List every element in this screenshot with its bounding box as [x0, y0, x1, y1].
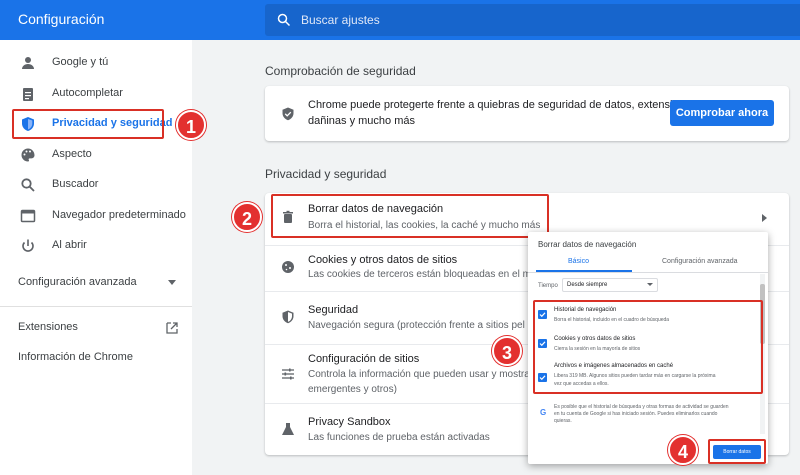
sidebar-item-label: Buscador	[52, 178, 99, 190]
row-subtitle: Las funciones de prueba están activadas	[308, 432, 490, 443]
caret-down-icon	[647, 283, 653, 286]
search-icon	[277, 13, 291, 27]
search-box[interactable]	[265, 4, 800, 36]
tab-basic[interactable]: Básico	[568, 258, 589, 265]
annotation-badge-2: 2	[232, 202, 262, 232]
palette-icon	[21, 148, 35, 162]
check-now-button[interactable]: Comprobar ahora	[670, 100, 774, 126]
open-in-new-icon	[166, 322, 178, 334]
chevron-right-icon	[762, 214, 767, 222]
sidebar-item-label: Al abrir	[52, 239, 87, 251]
google-icon: G	[540, 408, 547, 417]
safety-check-text-2: dañinas y mucho más	[308, 115, 415, 127]
sliders-icon	[282, 368, 294, 380]
sidebar-item-appearance[interactable]: Aspecto	[0, 140, 192, 170]
row-subtitle-2: emergentes y otros)	[308, 384, 397, 395]
search-input[interactable]	[301, 4, 781, 36]
row-title: Privacy Sandbox	[308, 416, 391, 428]
dialog-note: Es posible que el historial de búsqueda …	[554, 404, 729, 424]
privacy-section-title: Privacidad y seguridad	[265, 167, 387, 181]
annotation-badge-4: 4	[668, 435, 698, 465]
power-icon	[22, 239, 34, 252]
time-range-select[interactable]: Desde siempre	[562, 278, 658, 292]
sidebar-item-label: Extensiones	[18, 321, 78, 333]
sidebar-item-extensions[interactable]: Extensiones	[0, 313, 192, 343]
safety-check-title: Comprobación de seguridad	[265, 64, 416, 78]
sidebar-item-about[interactable]: Información de Chrome	[0, 343, 192, 373]
sidebar: Google y tú Autocompletar Privacidad y s…	[0, 40, 192, 475]
sidebar-advanced-label: Configuración avanzada	[18, 276, 137, 288]
sidebar-item-label: Información de Chrome	[18, 351, 133, 363]
row-title: Configuración de sitios	[308, 353, 420, 365]
row-title: Seguridad	[308, 304, 359, 316]
row-title: Cookies y otros datos de sitios	[308, 254, 458, 266]
app-title: Configuración	[18, 11, 105, 27]
dialog-title: Borrar datos de navegación	[538, 240, 637, 249]
annotation-badge-1: 1	[176, 110, 206, 140]
sidebar-advanced-toggle[interactable]: Configuración avanzada	[0, 268, 192, 298]
security-shield-icon	[282, 310, 294, 324]
clipboard-icon	[23, 88, 33, 101]
safety-check-text: Chrome puede protegerte frente a quiebra…	[308, 99, 697, 111]
browser-window-icon	[20, 209, 36, 223]
cookie-icon	[282, 261, 294, 273]
row-subtitle: Controla la información que pueden usar …	[308, 369, 530, 380]
annotation-badge-3: 3	[492, 336, 522, 366]
tab-advanced[interactable]: Configuración avanzada	[662, 258, 738, 265]
row-subtitle: Las cookies de terceros están bloqueadas…	[308, 269, 531, 280]
sidebar-item-on-startup[interactable]: Al abrir	[0, 231, 192, 261]
sidebar-item-label: Google y tú	[52, 56, 109, 68]
highlight-clear-button	[708, 439, 766, 464]
sidebar-divider	[0, 306, 192, 307]
shield-check-icon	[282, 107, 294, 121]
caret-down-icon	[168, 280, 176, 285]
row-subtitle: Navegación segura (protección frente a s…	[308, 320, 525, 331]
tab-divider	[528, 272, 768, 273]
sidebar-item-label: Autocompletar	[52, 87, 123, 99]
highlight-clear-data	[271, 194, 549, 238]
time-range-label: Tiempo	[538, 283, 558, 289]
sidebar-item-label: Navegador predeterminado	[52, 209, 186, 221]
safety-check-card: Chrome puede protegerte frente a quiebra…	[265, 86, 789, 141]
highlight-options	[533, 300, 763, 394]
sidebar-item-default-browser[interactable]: Navegador predeterminado	[0, 201, 192, 231]
sidebar-item-label: Aspecto	[52, 148, 92, 160]
search-icon	[21, 178, 35, 192]
app-header: Configuración	[0, 0, 800, 40]
sidebar-item-google[interactable]: Google y tú	[0, 48, 192, 78]
sidebar-item-search-engine[interactable]: Buscador	[0, 170, 192, 200]
time-range-value: Desde siempre	[567, 282, 608, 288]
highlight-privacy	[12, 109, 164, 139]
flask-icon	[282, 423, 294, 435]
sidebar-item-autofill[interactable]: Autocompletar	[0, 79, 192, 109]
person-icon	[22, 57, 34, 69]
